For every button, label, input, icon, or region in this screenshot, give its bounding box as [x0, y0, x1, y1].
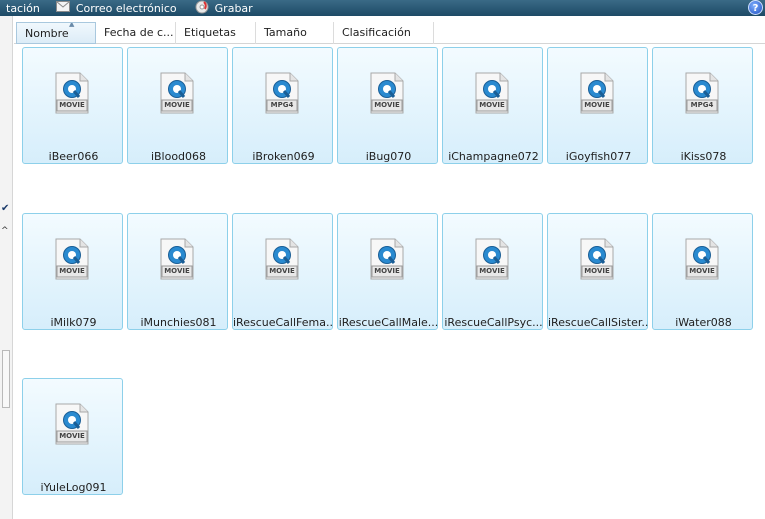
quicktime-file-icon: MPG4: [683, 72, 721, 114]
file-tile[interactable]: MPG4 iKiss078: [652, 47, 753, 164]
file-name-label: iMunchies081: [140, 316, 217, 329]
file-tile[interactable]: MOVIE iMunchies081: [127, 213, 228, 330]
file-type-badge: MOVIE: [164, 267, 190, 275]
quicktime-file-icon: MOVIE: [53, 72, 91, 114]
file-type-badge: MOVIE: [164, 101, 190, 109]
file-type-badge: MOVIE: [59, 432, 85, 440]
quicktime-file-icon: MOVIE: [473, 238, 511, 280]
toolbar-item-label: Grabar: [214, 1, 253, 15]
chevron-up-icon[interactable]: ^: [1, 226, 9, 236]
column-header-rating[interactable]: Clasificación: [334, 22, 434, 44]
file-name-label: iRescueCallSister...: [548, 316, 649, 329]
quicktime-file-icon: MPG4: [263, 72, 301, 114]
column-header-bar: ▲ Nombre Fecha de c... Etiquetas Tamaño …: [14, 16, 765, 44]
column-header-size[interactable]: Tamaño: [256, 22, 334, 44]
quicktime-file-icon: MOVIE: [578, 72, 616, 114]
file-type-badge: MOVIE: [269, 267, 295, 275]
quicktime-file-icon: MOVIE: [368, 72, 406, 114]
quicktime-file-icon: MOVIE: [158, 72, 196, 114]
file-tile[interactable]: MPG4 iBroken069: [232, 47, 333, 164]
file-type-badge: MOVIE: [479, 101, 505, 109]
navigation-pane-edge: ✔ ^: [0, 16, 13, 519]
file-type-badge: MOVIE: [59, 267, 85, 275]
file-tile[interactable]: MOVIE iBug070: [337, 47, 438, 164]
file-type-badge: MOVIE: [584, 101, 610, 109]
quicktime-file-icon: MOVIE: [473, 72, 511, 114]
toolbar-item-presentation[interactable]: tación: [0, 0, 46, 16]
toolbar-item-burn[interactable]: Grabar: [189, 0, 259, 16]
file-type-badge: MOVIE: [584, 267, 610, 275]
file-tile[interactable]: MOVIE iChampagne072: [442, 47, 543, 164]
file-type-badge: MOVIE: [374, 267, 400, 275]
file-name-label: iChampagne072: [448, 150, 539, 163]
file-tile[interactable]: MOVIE iRescueCallFema...: [232, 213, 334, 330]
column-header-date-created[interactable]: Fecha de c...: [96, 22, 176, 44]
file-type-badge: MOVIE: [59, 101, 85, 109]
column-header-name[interactable]: ▲ Nombre: [16, 22, 96, 44]
quicktime-file-icon: MOVIE: [368, 238, 406, 280]
toolbar-item-label: Correo electrónico: [75, 1, 177, 15]
column-header-tags[interactable]: Etiquetas: [176, 22, 256, 44]
file-name-label: iRescueCallPsyc...: [444, 316, 543, 329]
file-name-label: iYuleLog091: [40, 481, 107, 494]
file-tile[interactable]: MOVIE iWater088: [652, 213, 753, 330]
file-name-label: iBug070: [365, 150, 412, 163]
toolbar-item-label: tación: [6, 1, 40, 15]
file-type-badge: MOVIE: [689, 267, 715, 275]
file-name-label: iRescueCallMale...: [338, 316, 439, 329]
file-name-label: iMilk079: [50, 316, 97, 329]
file-name-label: iBroken069: [252, 150, 315, 163]
file-tile[interactable]: MOVIE iRescueCallPsyc...: [442, 213, 543, 330]
pane-resize-grip[interactable]: [2, 350, 10, 408]
quicktime-file-icon: MOVIE: [158, 238, 196, 280]
toolbar-item-email[interactable]: Correo electrónico: [50, 0, 183, 16]
quicktime-file-icon: MOVIE: [578, 238, 616, 280]
sort-ascending-icon: ▲: [69, 22, 75, 28]
file-name-label: iGoyfish077: [565, 150, 632, 163]
file-name-label: iKiss078: [680, 150, 727, 163]
checkmark-icon: ✔: [1, 203, 10, 214]
quicktime-file-icon: MOVIE: [53, 238, 91, 280]
file-tile[interactable]: MOVIE iBlood068: [127, 47, 228, 164]
file-name-label: iBeer066: [48, 150, 99, 163]
file-name-label: iBlood068: [150, 150, 207, 163]
file-type-badge: MPG4: [270, 101, 294, 109]
burn-disc-icon: [195, 0, 209, 17]
quicktime-file-icon: MOVIE: [53, 403, 91, 445]
file-tile[interactable]: MOVIE iRescueCallMale...: [337, 213, 438, 330]
file-tile[interactable]: MOVIE iRescueCallSister...: [547, 213, 649, 330]
file-type-badge: MOVIE: [479, 267, 505, 275]
file-type-badge: MPG4: [690, 101, 714, 109]
file-type-badge: MOVIE: [374, 101, 400, 109]
quicktime-file-icon: MOVIE: [683, 238, 721, 280]
help-icon[interactable]: ?: [748, 0, 763, 15]
file-tile[interactable]: MOVIE iMilk079: [22, 213, 123, 330]
command-toolbar: tación Correo electrónico Grabar ?: [0, 0, 765, 16]
mail-icon: [55, 1, 70, 15]
file-name-label: iRescueCallFema...: [233, 316, 334, 329]
quicktime-file-icon: MOVIE: [263, 238, 301, 280]
file-tile[interactable]: MOVIE iYuleLog091: [22, 378, 123, 495]
file-tile[interactable]: MOVIE iGoyfish077: [547, 47, 648, 164]
file-tile[interactable]: MOVIE iBeer066: [22, 47, 123, 164]
file-name-label: iWater088: [675, 316, 732, 329]
file-icon-grid: MOVIE iBeer066 MOVIE iBlood068 MPG4 iBroken06…: [14, 44, 765, 519]
